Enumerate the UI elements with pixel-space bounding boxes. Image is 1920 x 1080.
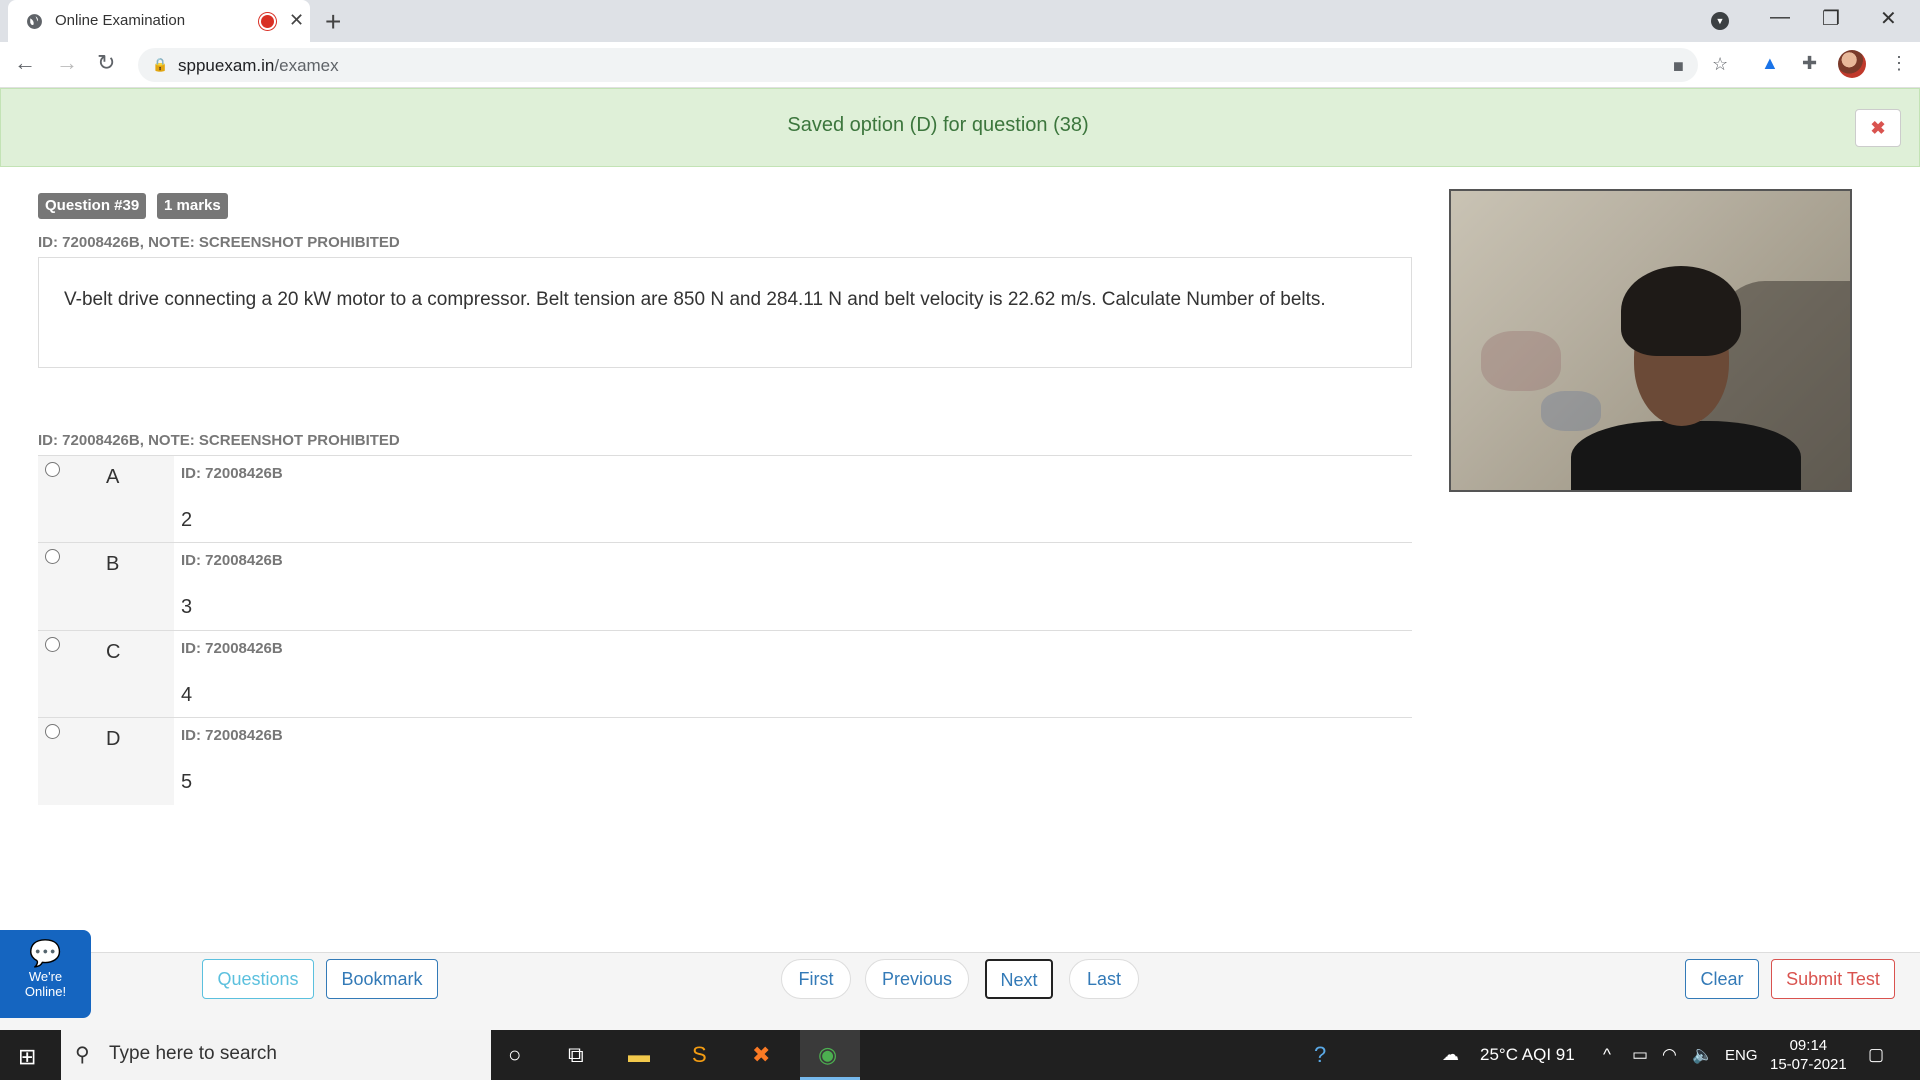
help-icon[interactable]: ? <box>1314 1042 1326 1068</box>
options-id-note: ID: 72008426B, NOTE: SCREENSHOT PROHIBIT… <box>38 432 400 449</box>
window-close-button[interactable]: ✕ <box>1880 6 1897 31</box>
option-d-row[interactable]: D ID: 72008426B 5 <box>38 717 1412 805</box>
taskbar-clock[interactable]: 09:14 15-07-2021 <box>1770 1036 1847 1074</box>
option-b-letter: B <box>106 553 120 575</box>
option-b-value: 3 <box>181 596 193 618</box>
notifications-icon[interactable]: ▢ <box>1868 1045 1884 1065</box>
option-a-letter: A <box>106 466 120 488</box>
file-explorer-icon[interactable]: ▬ <box>628 1042 650 1068</box>
clock-date: 15-07-2021 <box>1770 1056 1847 1073</box>
browser-tab[interactable]: Online Examination ✕ <box>8 0 310 42</box>
tab-title: Online Examination <box>55 12 186 29</box>
bookmark-star-icon[interactable]: ☆ <box>1712 54 1728 75</box>
option-b-row[interactable]: B ID: 72008426B 3 <box>38 542 1412 630</box>
profile-avatar[interactable] <box>1838 50 1866 78</box>
clear-button[interactable]: Clear <box>1685 959 1759 999</box>
question-number-badge: Question #39 <box>38 193 147 219</box>
option-a-row[interactable]: A ID: 72008426B 2 <box>38 455 1412 543</box>
battery-icon[interactable]: ▭ <box>1632 1045 1648 1065</box>
restore-button[interactable]: ❐ <box>1822 6 1840 31</box>
question-text: V-belt drive connecting a 20 kW motor to… <box>38 257 1412 368</box>
questions-button[interactable]: Questions <box>202 959 314 999</box>
taskbar-search-placeholder: Type here to search <box>109 1043 277 1064</box>
browser-toolbar: ← → ↻ 🔒 sppuexam.in/examex ■ ☆ ▲ ✚ ⋮ <box>0 42 1920 88</box>
option-c-value: 4 <box>181 684 193 706</box>
question-id-note: ID: 72008426B, NOTE: SCREENSHOT PROHIBIT… <box>38 234 400 251</box>
chat-label-line2: Online! <box>24 984 67 999</box>
address-bar[interactable]: 🔒 sppuexam.in/examex ■ ☆ <box>138 48 1728 82</box>
option-a-id: ID: 72008426B <box>181 465 283 482</box>
chrome-icon: ◉ <box>818 1042 838 1067</box>
show-hidden-icons-icon[interactable]: ^ <box>1603 1045 1611 1065</box>
task-view-icon[interactable]: ⧉ <box>568 1042 584 1068</box>
url-text: sppuexam.in/examex <box>178 56 339 75</box>
camera-icon[interactable]: ■ <box>1673 56 1684 77</box>
next-button[interactable]: Next <box>985 959 1053 999</box>
option-a-radio[interactable] <box>45 462 60 477</box>
marks-badge: 1 marks <box>157 193 228 219</box>
xampp-icon[interactable]: ✖ <box>752 1042 770 1068</box>
option-c-radio[interactable] <box>45 637 60 652</box>
lock-icon: 🔒 <box>152 57 169 72</box>
recording-indicator-icon <box>261 15 274 28</box>
option-a-value: 2 <box>181 509 193 531</box>
option-d-letter: D <box>106 728 121 750</box>
sublime-text-icon[interactable]: S <box>692 1042 707 1068</box>
menu-dots-icon[interactable]: ⋮ <box>1890 53 1908 74</box>
back-arrow-icon[interactable]: ← <box>14 50 36 76</box>
option-c-row[interactable]: C ID: 72008426B 4 <box>38 630 1412 718</box>
browser-tab-strip: Online Examination ✕ + ▼ — ❐ ✕ <box>0 0 1920 42</box>
volume-icon[interactable]: 🔈 <box>1692 1045 1713 1065</box>
clock-time: 09:14 <box>1789 1037 1828 1054</box>
first-button[interactable]: First <box>781 959 851 999</box>
forward-arrow-icon[interactable]: → <box>56 50 78 76</box>
option-b-radio[interactable] <box>45 549 60 564</box>
chat-label-line1: We're <box>28 969 63 984</box>
submit-test-button[interactable]: Submit Test <box>1771 959 1895 999</box>
extension-icon[interactable]: ▲ <box>1761 53 1779 74</box>
weather-icon: ☁ <box>1442 1045 1459 1064</box>
option-c-letter: C <box>106 641 121 663</box>
chat-bubbles-icon: 💬 <box>29 938 62 968</box>
taskbar-search-box[interactable]: ⚲ Type here to search <box>61 1030 491 1080</box>
alert-close-button[interactable]: ✖ <box>1855 109 1901 147</box>
network-icon[interactable]: ◠ <box>1662 1045 1677 1065</box>
previous-button[interactable]: Previous <box>865 959 969 999</box>
tab-search-icon[interactable]: ▼ <box>1711 12 1729 30</box>
globe-icon <box>27 14 42 29</box>
chat-widget[interactable]: 💬 We're Online! <box>0 930 91 1018</box>
minimize-button[interactable]: — <box>1770 6 1790 29</box>
bookmark-button[interactable]: Bookmark <box>326 959 438 999</box>
weather-text[interactable]: 25°C AQI 91 <box>1480 1045 1575 1065</box>
puzzle-extensions-icon[interactable]: ✚ <box>1802 53 1817 74</box>
language-indicator[interactable]: ENG <box>1725 1047 1758 1064</box>
cortana-icon[interactable]: ○ <box>508 1042 521 1068</box>
tab-close-button[interactable]: ✕ <box>289 10 304 31</box>
webcam-preview <box>1449 189 1852 492</box>
chrome-taskbar-button[interactable]: ◉ <box>800 1030 860 1080</box>
reload-icon[interactable]: ↻ <box>97 50 115 76</box>
option-b-id: ID: 72008426B <box>181 552 283 569</box>
alert-message: Saved option (D) for question (38) <box>787 114 1089 136</box>
option-d-value: 5 <box>181 771 193 793</box>
save-alert: Saved option (D) for question (38) ✖ <box>0 88 1920 167</box>
windows-start-icon[interactable]: ⊞ <box>18 1044 36 1070</box>
search-icon: ⚲ <box>75 1044 90 1066</box>
new-tab-button[interactable]: + <box>325 6 341 38</box>
option-d-id: ID: 72008426B <box>181 727 283 744</box>
option-c-id: ID: 72008426B <box>181 640 283 657</box>
option-d-radio[interactable] <box>45 724 60 739</box>
windows-taskbar: ⊞ ⚲ Type here to search ○ ⧉ ▬ S ✖ ◉ ? ☁ … <box>0 1030 1920 1080</box>
last-button[interactable]: Last <box>1069 959 1139 999</box>
